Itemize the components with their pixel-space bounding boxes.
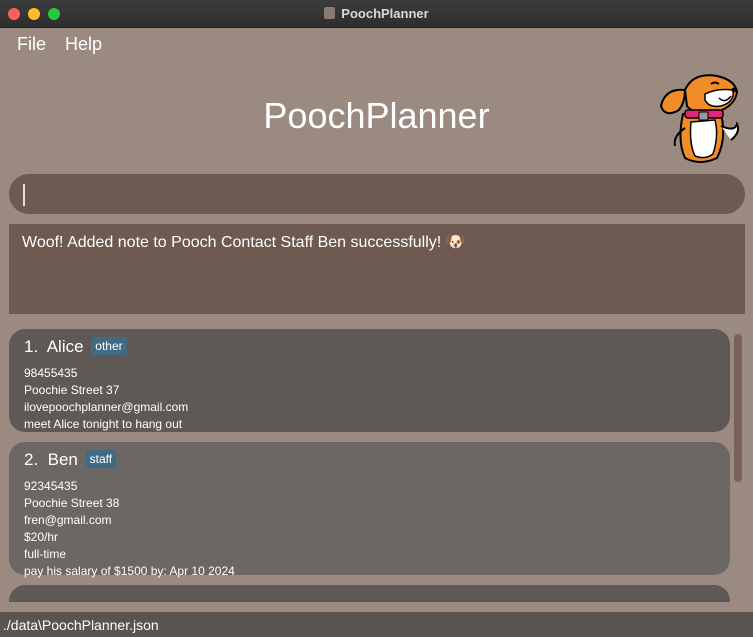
contact-header: 2. Ben staff xyxy=(24,450,117,470)
contact-note: meet Alice tonight to hang out xyxy=(24,417,183,431)
app-icon xyxy=(324,7,336,19)
contact-details: 98455435 Poochie Street 37 ilovepoochpla… xyxy=(24,365,188,433)
contact-list[interactable]: 1. Alice other 98455435 Poochie Street 3… xyxy=(0,322,753,602)
text-cursor xyxy=(23,184,25,206)
dog-mascot-icon xyxy=(659,74,740,163)
contact-index: 2. xyxy=(24,450,39,469)
menu-help[interactable]: Help xyxy=(65,34,102,55)
menu-bar: File Help xyxy=(0,28,753,60)
contact-phone: 98455435 xyxy=(24,366,78,380)
command-input[interactable] xyxy=(9,174,745,214)
window-title: PoochPlanner xyxy=(0,6,753,21)
title-bar: PoochPlanner xyxy=(0,0,753,28)
contact-address: Poochie Street 38 xyxy=(24,496,120,510)
contact-card[interactable]: 1. Alice other 98455435 Poochie Street 3… xyxy=(9,329,730,432)
data-file-path: ./data\PoochPlanner.json xyxy=(3,617,159,633)
result-message: Woof! Added note to Pooch Contact Staff … xyxy=(22,234,466,251)
contact-index: 1. xyxy=(24,337,39,356)
app-title: PoochPlanner xyxy=(263,95,490,136)
menu-file[interactable]: File xyxy=(17,34,46,55)
contact-name: Alice xyxy=(46,337,84,356)
contact-header: 1. Alice other xyxy=(24,337,127,357)
contact-name: Ben xyxy=(47,450,78,469)
result-display: Woof! Added note to Pooch Contact Staff … xyxy=(9,224,745,314)
contact-salary: $20/hr xyxy=(24,530,59,544)
contact-employment: full-time xyxy=(24,547,67,561)
contact-email: fren@gmail.com xyxy=(24,513,112,527)
contact-phone: 92345435 xyxy=(24,479,78,493)
contact-tag: staff xyxy=(85,450,117,468)
window-title-text: PoochPlanner xyxy=(341,6,429,21)
contact-address: Poochie Street 37 xyxy=(24,383,120,397)
list-scrollbar[interactable] xyxy=(734,334,742,482)
status-bar: ./data\PoochPlanner.json xyxy=(0,612,753,637)
contact-card[interactable]: 2. Ben staff 92345435 Poochie Street 38 … xyxy=(9,442,730,578)
contact-email: ilovepoochplanner@gmail.com xyxy=(24,400,189,414)
contact-note: pay his salary of $1500 by: Apr 10 2024 xyxy=(24,564,235,578)
contact-tag: other xyxy=(91,337,127,355)
contact-card-partial[interactable] xyxy=(9,585,730,602)
contact-details: 92345435 Poochie Street 38 fren@gmail.co… xyxy=(24,478,235,580)
